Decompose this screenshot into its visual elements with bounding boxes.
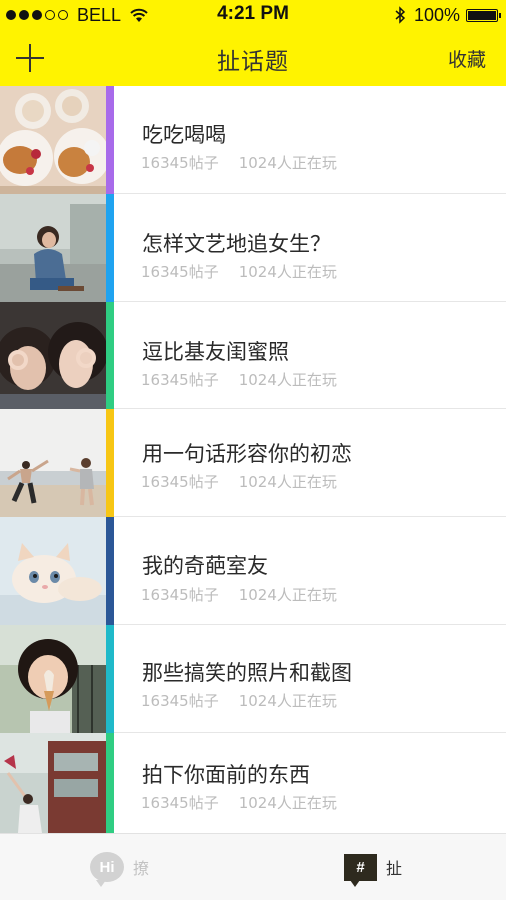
topic-row[interactable]: 逗比基友闺蜜照 16345帖子 1024人正在玩 [0,302,506,409]
topic-row[interactable]: 那些搞笑的照片和截图 16345帖子 1024人正在玩 [0,625,506,733]
topic-row[interactable]: 拍下你面前的东西 16345帖子 1024人正在玩 [0,733,506,833]
category-stripe [106,625,114,733]
topic-meta: 16345帖子 1024人正在玩 [141,261,337,282]
player-count: 1024人正在玩 [238,794,337,812]
topic-thumbnail-friends [0,302,106,409]
player-count: 1024人正在玩 [238,154,337,172]
battery-percent: 100% [413,4,460,25]
signal-dot [58,10,68,20]
topic-title: 吃吃喝喝 [142,123,226,147]
topic-title: 怎样文艺地追女生？ [142,232,331,256]
nav-bar: 扯话题 收藏 [0,30,506,86]
topic-title: 我的奇葩室友 [142,554,268,578]
topic-row[interactable]: 我的奇葩室友 16345帖子 1024人正在玩 [0,517,506,625]
signal-dot [45,10,55,20]
plus-icon[interactable] [16,44,44,72]
category-stripe [106,409,114,517]
status-bar: BELL 4:21 PM 100% [0,0,506,30]
post-count: 16345帖子 [141,794,219,812]
topic-thumbnail-food [0,86,106,194]
topic-meta: 16345帖子 1024人正在玩 [141,152,337,173]
topic-thumbnail-girl [0,194,106,302]
carrier-group: BELL [6,4,149,26]
tab-che[interactable]: # 扯 [344,834,402,900]
topic-thumbnail-icecream [0,625,106,733]
post-count: 16345帖子 [141,586,219,604]
signal-dot [32,10,42,20]
player-count: 1024人正在玩 [238,586,337,604]
player-count: 1024人正在玩 [238,371,337,389]
page-title: 扯话题 [217,49,289,75]
signal-dot [19,10,29,20]
hash-chat-icon: # [344,853,377,887]
topic-row[interactable]: 吃吃喝喝 16345帖子 1024人正在玩 [0,86,506,194]
category-stripe [106,194,114,302]
player-count: 1024人正在玩 [238,263,337,281]
topic-row[interactable]: 用一句话形容你的初恋 16345帖子 1024人正在玩 [0,409,506,517]
topic-title: 拍下你面前的东西 [142,763,310,787]
topic-meta: 16345帖子 1024人正在玩 [141,584,337,605]
player-count: 1024人正在玩 [238,692,337,710]
tab-label: 撩 [133,859,150,878]
topic-title: 逗比基友闺蜜照 [142,340,289,364]
topic-meta: 16345帖子 1024人正在玩 [141,690,337,711]
topic-title: 用一句话形容你的初恋 [142,442,352,466]
category-stripe [106,86,114,194]
topic-meta: 16345帖子 1024人正在玩 [141,369,337,390]
post-count: 16345帖子 [141,692,219,710]
topic-row[interactable]: 怎样文艺地追女生？ 16345帖子 1024人正在玩 [0,194,506,302]
topic-list[interactable]: 吃吃喝喝 16345帖子 1024人正在玩 怎样文艺地追女生？ 16345帖子 10… [0,86,506,833]
post-count: 16345帖子 [141,263,219,281]
post-count: 16345帖子 [141,473,219,491]
category-stripe [106,733,114,833]
topic-thumbnail-beach [0,409,106,517]
signal-dot [6,10,16,20]
post-count: 16345帖子 [141,371,219,389]
category-stripe [106,302,114,409]
topic-meta: 16345帖子 1024人正在玩 [141,471,337,492]
player-count: 1024人正在玩 [238,473,337,491]
topic-thumbnail-cat [0,517,106,625]
tab-label: 扯 [386,859,403,878]
category-stripe [106,517,114,625]
battery-icon [466,8,501,22]
tab-liao[interactable]: Hi 撩 [90,834,149,900]
topic-thumbnail-train [0,733,106,833]
bluetooth-icon [395,6,406,24]
carrier-name: BELL [77,4,122,25]
wifi-icon [130,8,148,22]
tab-bar: Hi 撩 # 扯 [0,833,506,900]
hi-chat-icon: Hi [90,852,124,887]
topic-title: 那些搞笑的照片和截图 [142,661,352,685]
topic-meta: 16345帖子 1024人正在玩 [141,792,337,813]
favorites-button[interactable]: 收藏 [448,45,486,72]
battery-group: 100% [394,4,501,26]
post-count: 16345帖子 [141,154,219,172]
